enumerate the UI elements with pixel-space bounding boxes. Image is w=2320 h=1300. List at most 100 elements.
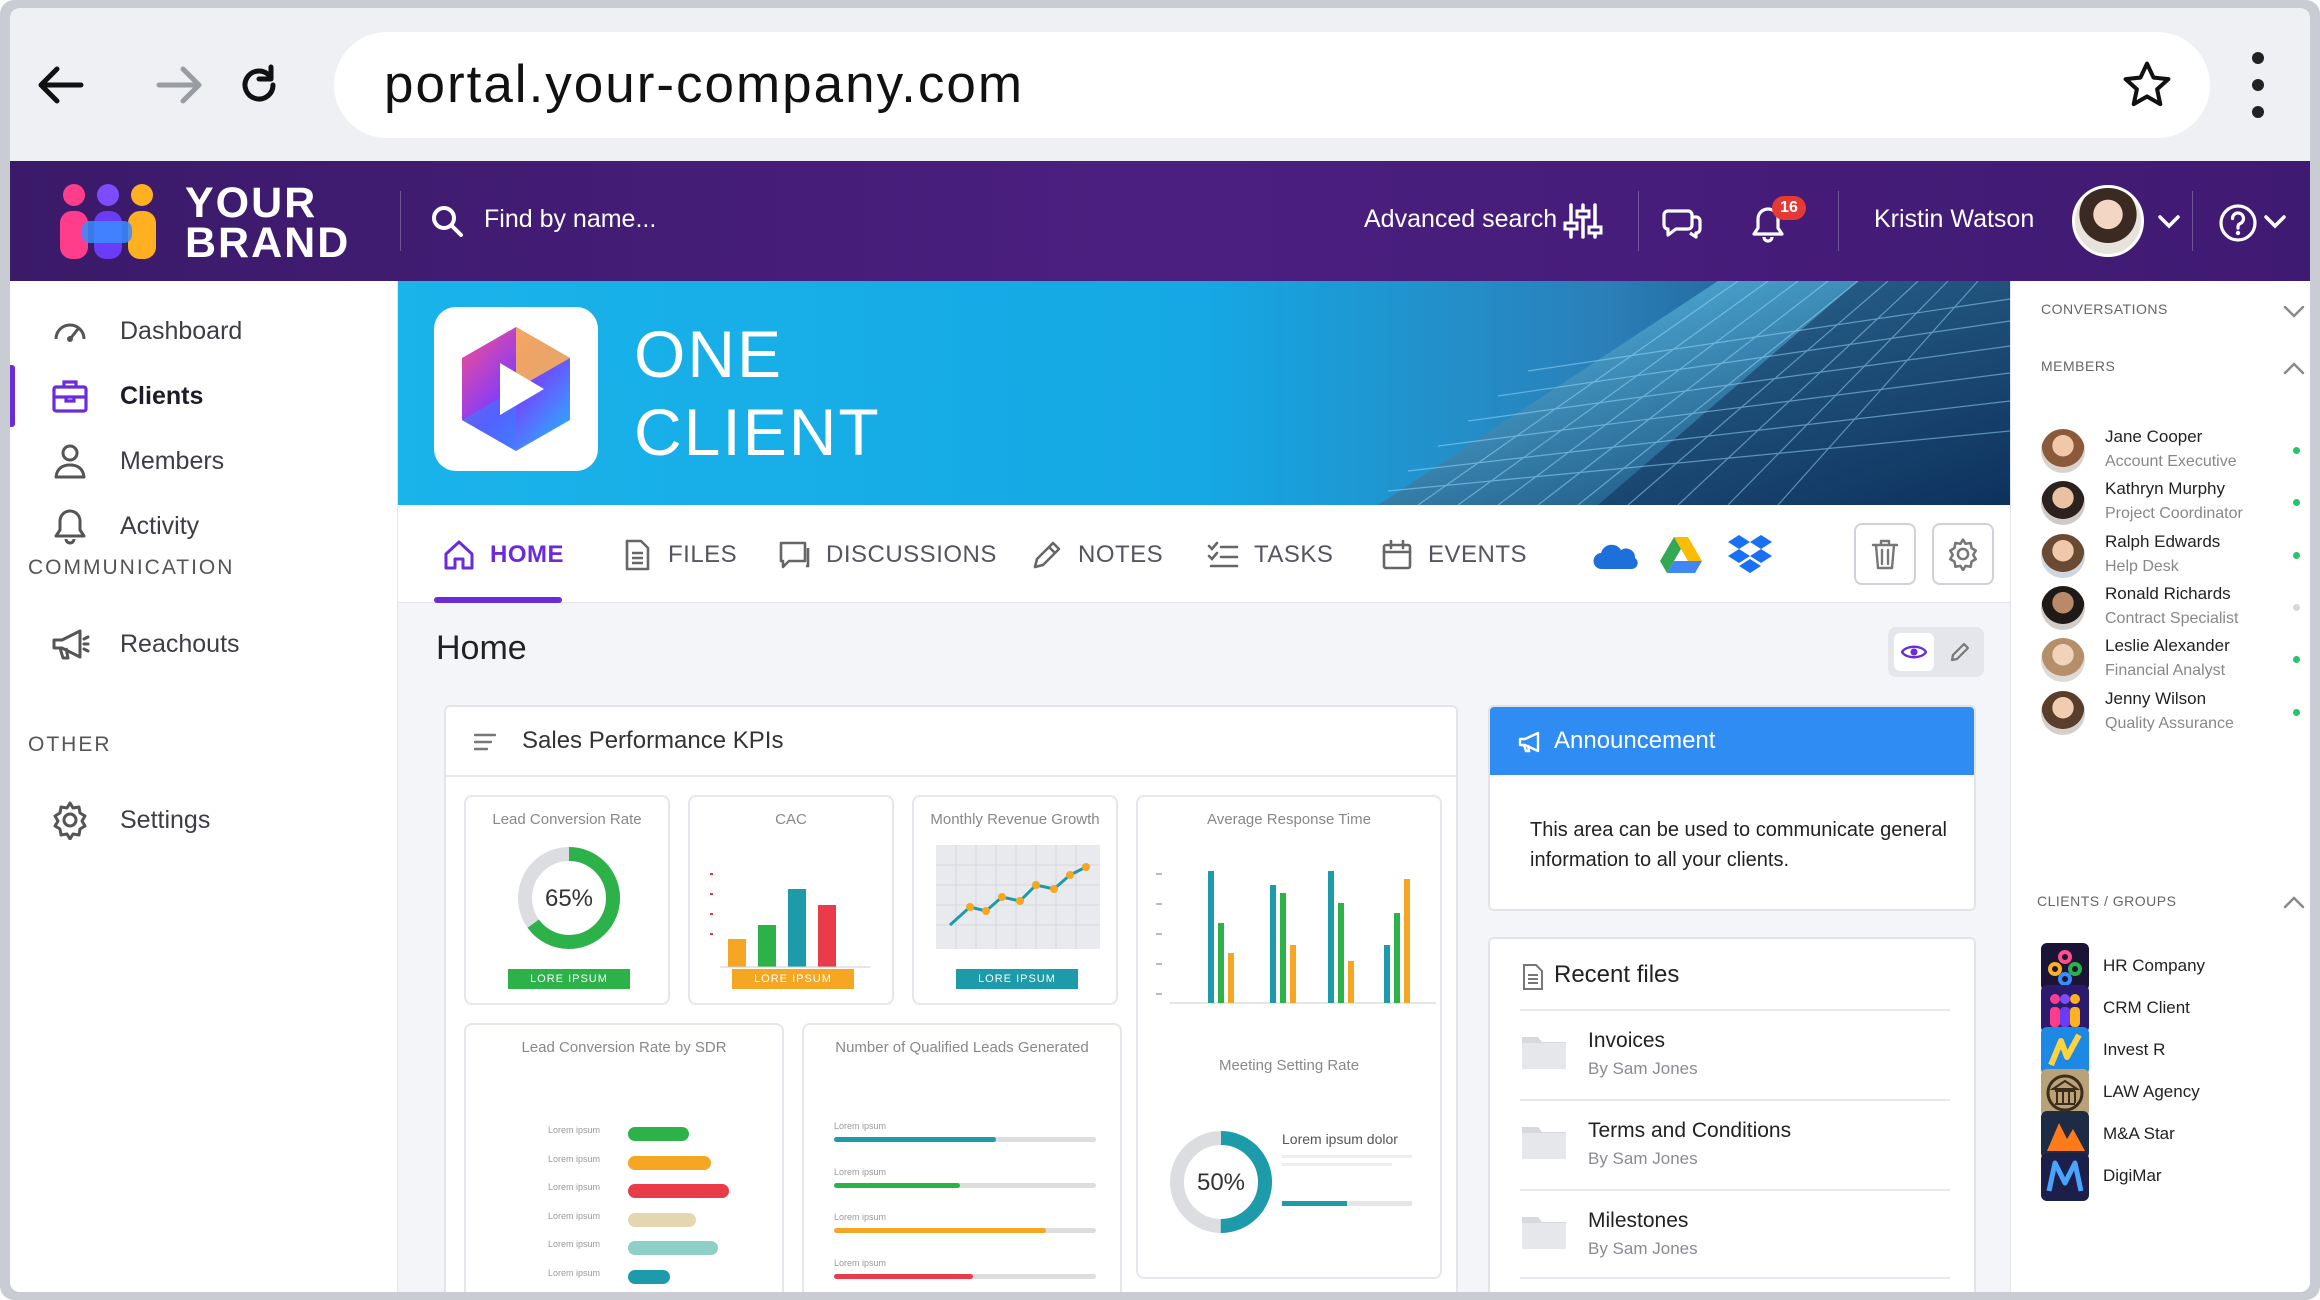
tab-discussions[interactable]: DISCUSSIONS — [778, 535, 997, 575]
edit-mode-button[interactable] — [1940, 633, 1980, 671]
reload-button[interactable] — [228, 54, 290, 116]
address-bar[interactable]: portal.your-company.com — [334, 32, 2210, 138]
sidebar-item-members[interactable]: Members — [10, 426, 398, 496]
advanced-search-link[interactable]: Advanced search — [1364, 205, 1557, 234]
client-banner: ONE CLIENT — [398, 281, 2010, 505]
tab-label: DISCUSSIONS — [826, 541, 997, 568]
star-icon[interactable] — [2120, 58, 2174, 112]
search-input[interactable]: Find by name... — [484, 205, 656, 234]
sidebar-item-clients[interactable]: Clients — [10, 361, 398, 431]
chat-icon[interactable] — [1662, 203, 1702, 241]
chevron-up-icon[interactable] — [2283, 895, 2305, 909]
page-title: Home — [436, 629, 527, 667]
header-divider — [1838, 191, 1839, 251]
chevron-up-icon[interactable] — [2283, 361, 2305, 375]
sdr-bar — [628, 1241, 718, 1256]
file-icon — [625, 539, 650, 571]
file-row[interactable]: Invoices By Sam Jones — [1520, 1009, 1950, 1099]
bell-icon — [54, 509, 86, 545]
back-button[interactable] — [30, 54, 92, 116]
tab-notes[interactable]: NOTES — [1030, 535, 1163, 575]
google-drive-icon[interactable] — [1660, 537, 1702, 573]
digimar-logo — [2041, 1152, 2089, 1201]
tab-tasks[interactable]: TASKS — [1206, 535, 1333, 575]
kpi-card-revenue-growth[interactable]: Monthly Revenue Growth LORE IPSUM — [912, 795, 1118, 1005]
brand-logo[interactable] — [52, 181, 162, 263]
tab-events[interactable]: EVENTS — [1380, 535, 1527, 575]
qualified-leads-row: Lorem ipsum — [804, 1258, 1124, 1293]
sidebar-item-label: Reachouts — [120, 629, 240, 658]
client-name: M&A Star — [2103, 1123, 2175, 1143]
kpi-card-cac[interactable]: CAC LORE IPSUM — [688, 795, 894, 1005]
folder-icon — [1522, 1037, 1566, 1069]
chart-bar — [788, 889, 806, 967]
dropbox-icon[interactable] — [1728, 535, 1772, 575]
kebab-menu-icon[interactable] — [2246, 50, 2270, 120]
sidebar-item-reachouts[interactable]: Reachouts — [10, 609, 398, 679]
eye-icon — [1901, 645, 1927, 659]
client-name: LAW Agency — [2103, 1081, 2200, 1101]
header-divider — [1638, 191, 1639, 251]
kpi-card-response-time[interactable]: Average Response Time Meeting Setting Ra… — [1136, 795, 1442, 1279]
kpi-card-qualified-leads[interactable]: Number of Qualified Leads Generated Lore… — [802, 1023, 1122, 1292]
sidebar-item-label: Dashboard — [120, 316, 243, 345]
browser-toolbar: portal.your-company.com — [10, 8, 2310, 161]
donut-value: 50% — [1197, 1169, 1245, 1196]
brand-line-2: BRAND — [185, 219, 351, 267]
sidebar-item-dashboard[interactable]: Dashboard — [10, 296, 398, 366]
sdr-bar — [628, 1184, 729, 1199]
sidebar-section-communication: COMMUNICATION — [28, 556, 235, 579]
kpi-panel-header: Sales Performance KPIs — [446, 707, 1456, 777]
tab-label: NOTES — [1078, 541, 1164, 568]
client-item[interactable]: DigiMar — [2041, 1151, 2301, 1201]
member-item[interactable]: Jenny Wilson Quality Assurance — [2041, 681, 2301, 747]
forward-button[interactable] — [148, 54, 210, 116]
chart-bar — [818, 905, 836, 967]
client-title-line-2: CLIENT — [634, 395, 881, 469]
recent-files-card: Recent files Invoices By Sam Jones Terms… — [1488, 937, 1976, 1292]
tab-files[interactable]: FILES — [620, 535, 737, 575]
kpi-card-by-sdr[interactable]: Lead Conversion Rate by SDR Lorem ipsum L… — [464, 1023, 784, 1292]
file-name: Invoices — [1588, 1029, 1666, 1052]
presence-dot — [2293, 656, 2300, 664]
onedrive-icon[interactable] — [1592, 541, 1638, 571]
sidebar-item-activity[interactable]: Activity — [10, 491, 398, 561]
view-mode-button[interactable] — [1894, 633, 1934, 671]
client-settings-button[interactable] — [1932, 523, 1994, 585]
card-title: CAC — [775, 811, 807, 828]
kpi-card-lead-conversion[interactable]: Lead Conversion Rate 65% LORE IPSUM — [464, 795, 670, 1005]
member-name: Leslie Alexander — [2105, 636, 2230, 656]
pencil-icon — [1033, 541, 1061, 569]
recent-files-title: Recent files — [1554, 961, 1680, 988]
reload-icon — [242, 64, 276, 102]
chevron-down-icon[interactable] — [2264, 215, 2286, 229]
menu-lines-icon[interactable] — [474, 733, 496, 751]
user-name[interactable]: Kristin Watson — [1874, 205, 2034, 234]
tab-home[interactable]: HOME — [442, 535, 564, 575]
card-title: Average Response Time — [1207, 811, 1371, 828]
chevron-down-icon[interactable] — [2283, 305, 2305, 319]
member-role: Contract Specialist — [2105, 609, 2239, 627]
file-row[interactable]: Milestones By Sam Jones — [1520, 1189, 1950, 1279]
members-header[interactable]: MEMBERS — [2041, 358, 2115, 374]
sliders-icon[interactable] — [1563, 201, 1603, 241]
chevron-down-icon[interactable] — [2158, 215, 2180, 229]
sdr-bar — [628, 1155, 711, 1170]
conversations-header[interactable]: CONVERSATIONS — [2041, 301, 2168, 317]
card-subtitle: Meeting Setting Rate — [1218, 1057, 1360, 1074]
clients-groups-header[interactable]: CLIENTS / GROUPS — [2037, 893, 2176, 909]
sdr-row: Lorem ipsum — [466, 1180, 786, 1200]
sidebar-item-label: Activity — [120, 511, 200, 540]
sidebar-item-settings[interactable]: Settings — [10, 785, 398, 855]
sdr-row: Lorem ipsum — [466, 1266, 786, 1286]
file-row[interactable]: Terms and Conditions By Sam Jones — [1520, 1099, 1950, 1189]
right-panel: CONVERSATIONS MEMBERS Jane Cooper Account… — [2010, 281, 2310, 1292]
member-name: Ronald Richards — [2105, 583, 2231, 603]
delete-button[interactable] — [1854, 523, 1916, 585]
client-name: DigiMar — [2103, 1165, 2162, 1185]
user-avatar[interactable] — [2072, 185, 2144, 257]
help-icon[interactable] — [2218, 203, 2258, 243]
row-label: Lorem ipsum — [548, 1239, 601, 1250]
search-icon[interactable] — [430, 204, 464, 238]
sdr-bar — [628, 1127, 689, 1141]
